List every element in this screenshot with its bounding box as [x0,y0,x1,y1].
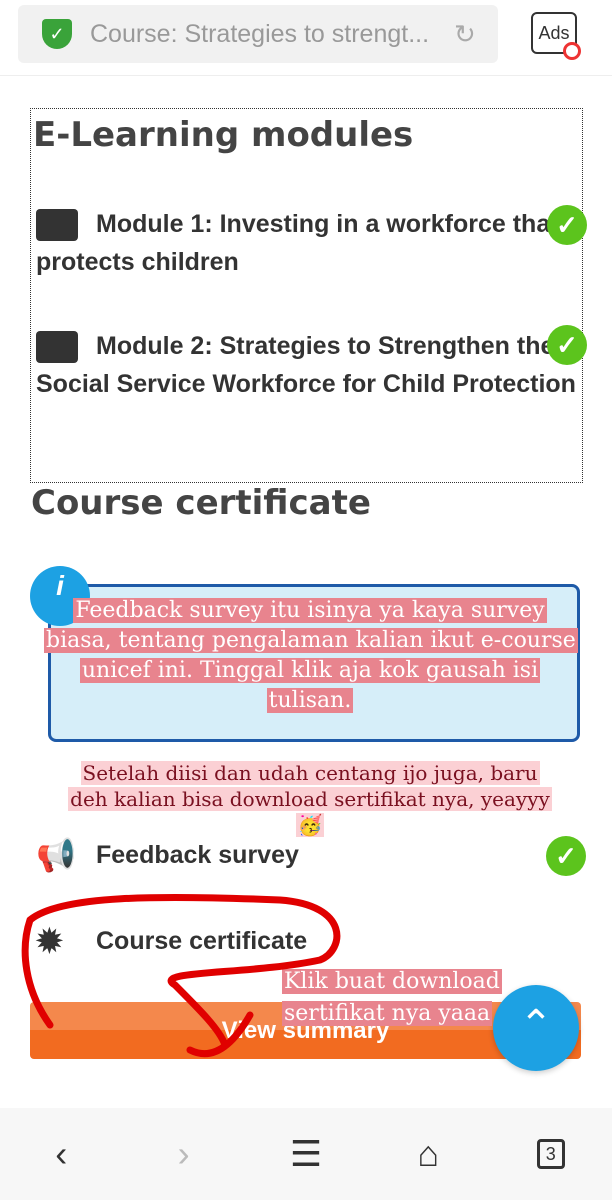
ads-label: Ads [538,23,570,43]
home-icon[interactable]: ⌂ [398,1133,458,1175]
menu-icon[interactable]: ☰ [276,1133,336,1175]
url-text: Course: Strategies to strengt... [90,19,430,48]
elearning-modules-section: E-Learning modules Module 1: Investing i… [30,108,587,483]
annotation-note: Setelah diisi dan udah centang ijo juga,… [68,761,552,837]
annotation-note: Klik buat download sertifikat nya yaaa [282,969,502,1026]
module-1-link[interactable]: Module 1: Investing in a workforce that … [36,205,576,281]
block-icon [563,42,581,60]
annotation-note: Feedback survey itu isinya ya kaya surve… [44,598,578,713]
module-label: Module 1: Investing in a workforce that … [36,210,559,276]
megaphone-icon: 📢 [36,837,76,873]
browser-toolbar: ✓ Course: Strategies to strengt... ↻ Ads [0,0,612,76]
activity-label: Feedback survey [96,840,299,869]
module-label: Module 2: Strategies to Strengthen the S… [36,332,576,398]
feedback-survey-link[interactable]: 📢 Feedback survey [36,836,299,874]
tabs-button[interactable]: 3 [521,1138,581,1169]
activity-label: Course certificate [96,926,308,955]
badge-icon: ✹ [36,923,63,959]
course-certificate-link[interactable]: ✹ Course certificate [36,922,307,960]
shield-check-icon: ✓ [42,19,72,49]
archive-icon [36,209,78,242]
ad-block-button[interactable]: Ads [531,12,581,60]
check-icon: ✓ [546,836,586,876]
section-title: E-Learning modules [33,115,414,155]
browser-bottom-nav: ‹ › ☰ ⌂ 3 [0,1108,612,1200]
check-icon: ✓ [547,325,587,365]
back-icon[interactable]: ‹ [31,1133,91,1175]
module-2-link[interactable]: Module 2: Strategies to Strengthen the S… [36,327,576,403]
archive-icon [36,331,78,364]
check-icon: ✓ [547,205,587,245]
forward-icon[interactable]: › [154,1133,214,1175]
tab-count: 3 [536,1138,565,1169]
address-bar[interactable]: ✓ Course: Strategies to strengt... ↻ [18,5,498,63]
section-title: Course certificate [31,483,371,523]
reload-icon[interactable]: ↻ [454,19,476,50]
